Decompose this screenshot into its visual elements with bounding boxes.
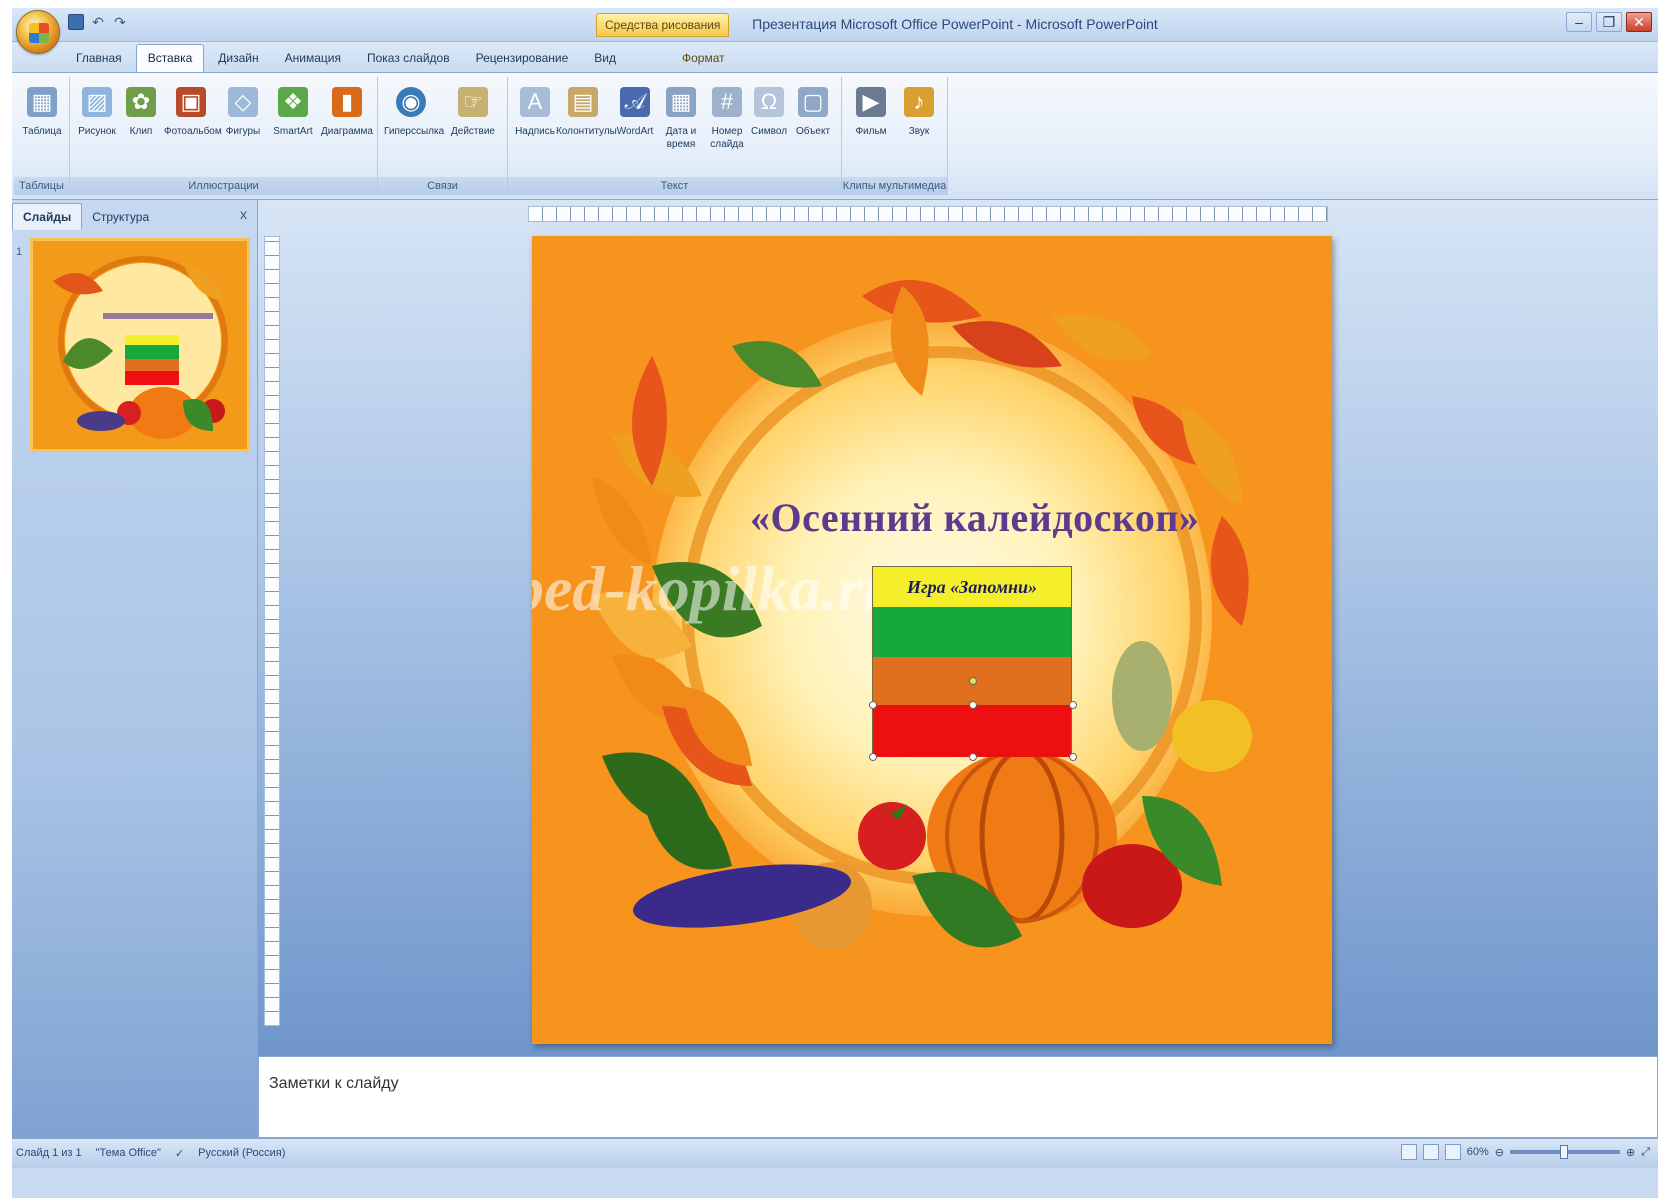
window-title: Презентация Microsoft Office PowerPoint … — [752, 16, 1158, 32]
ribbon: ▦ Таблица Таблицы ▨ Рисунок ✿ Клип ▣ Фот… — [12, 72, 1658, 200]
horizontal-ruler — [528, 206, 1328, 222]
picture-icon: ▨ — [82, 87, 112, 117]
notes-placeholder: Заметки к слайду — [269, 1075, 399, 1092]
slide-number-icon: # — [712, 87, 742, 117]
zoom-level[interactable]: 60% — [1467, 1146, 1489, 1158]
wordart-icon: 𝒜 — [620, 87, 650, 117]
group-tables: ▦ Таблица Таблицы — [14, 77, 70, 195]
watermark-text: ped-kopilka.ru — [532, 553, 898, 624]
movie-button[interactable]: ▶ Фильм — [844, 81, 898, 165]
slide-number-label: 1 — [16, 246, 23, 258]
rotate-handle[interactable] — [969, 677, 977, 685]
zoom-slider[interactable] — [1509, 1145, 1620, 1159]
slide-editor: ped-kopilka.ru «Осенний калейдоскоп» Игр… — [258, 200, 1658, 1056]
status-left: Слайд 1 из 1 "Тема Office" ✓ Русский (Ро… — [16, 1147, 285, 1160]
slide-count: Слайд 1 из 1 — [16, 1147, 82, 1159]
sound-button[interactable]: ♪ Звук — [892, 81, 946, 165]
hyperlink-button[interactable]: ◉ Гиперссылка — [384, 81, 444, 165]
minimize-button[interactable]: – — [1566, 12, 1592, 32]
spellcheck-icon[interactable]: ✓ — [175, 1147, 184, 1160]
tab-design[interactable]: Дизайн — [206, 44, 270, 72]
slide-canvas[interactable]: ped-kopilka.ru «Осенний калейдоскоп» Игр… — [532, 236, 1332, 1044]
ribbon-tabs: Главная Вставка Дизайн Анимация Показ сл… — [12, 42, 1658, 72]
calendar-icon: ▦ — [666, 87, 696, 117]
omega-icon: Ω — [754, 87, 784, 117]
resize-handle[interactable] — [969, 701, 977, 709]
zoom-in-icon[interactable]: ⊕ — [1626, 1146, 1635, 1159]
theme-name: "Тема Office" — [95, 1147, 161, 1159]
textbox-button[interactable]: A Надпись — [508, 81, 562, 165]
textbox-icon: A — [520, 87, 550, 117]
window-controls: – ❐ ✕ — [1566, 12, 1652, 32]
object-icon: ▢ — [798, 87, 828, 117]
tab-insert[interactable]: Вставка — [135, 44, 205, 72]
chart-button[interactable]: ▮ Диаграмма — [320, 81, 374, 165]
office-button[interactable] — [16, 10, 60, 54]
speaker-icon: ♪ — [904, 87, 934, 117]
green-row[interactable] — [873, 607, 1071, 657]
tab-slide-show[interactable]: Показ слайдов — [355, 44, 462, 72]
chart-icon: ▮ — [332, 87, 362, 117]
close-icon[interactable]: x — [240, 206, 247, 222]
shapes-icon: ◇ — [228, 87, 258, 117]
normal-view-button[interactable] — [1400, 1144, 1417, 1160]
pane-tabs: Слайды Структура — [12, 200, 257, 230]
group-media: ▶ Фильм ♪ Звук Клипы мультимедиа — [842, 77, 948, 195]
fit-to-window-icon[interactable]: ⤢ — [1641, 1146, 1650, 1159]
film-icon: ▶ — [856, 87, 886, 117]
header-footer-icon: ▤ — [568, 87, 598, 117]
clip-icon: ✿ — [126, 87, 156, 117]
resize-handle[interactable] — [869, 701, 877, 709]
table-icon: ▦ — [27, 87, 57, 117]
status-bar: Слайд 1 из 1 "Тема Office" ✓ Русский (Ро… — [12, 1138, 1658, 1168]
group-illustrations: ▨ Рисунок ✿ Клип ▣ Фотоальбом ◇ Фигуры ❖… — [70, 77, 378, 195]
zoom-out-icon[interactable]: ⊖ — [1495, 1146, 1504, 1159]
powerpoint-window: ↶ ↷ Средства рисования Презентация Micro… — [12, 8, 1658, 1198]
group-text: A Надпись ▤ Колонтитулы 𝒜 WordArt ▦ Дата… — [508, 77, 842, 195]
zoom-slider-thumb[interactable] — [1559, 1145, 1568, 1159]
tab-outline[interactable]: Структура — [82, 204, 159, 230]
slide-show-button[interactable] — [1444, 1144, 1461, 1160]
maximize-button[interactable]: ❐ — [1596, 12, 1622, 32]
resize-handle[interactable] — [869, 753, 877, 761]
slide-thumbnail[interactable] — [30, 238, 250, 452]
title-bar: ↶ ↷ Средства рисования Презентация Micro… — [12, 8, 1658, 42]
thumbnail-image — [33, 241, 247, 449]
shapes-button[interactable]: ◇ Фигуры — [216, 81, 270, 165]
game-table[interactable]: Игра «Запомни» — [869, 566, 1077, 761]
notes-pane[interactable]: Заметки к слайду — [258, 1056, 1658, 1138]
slides-pane: Слайды Структура x 1 — [12, 200, 258, 1140]
clip-button[interactable]: ✿ Клип — [114, 81, 168, 165]
tab-home[interactable]: Главная — [64, 44, 134, 72]
resize-handle[interactable] — [1069, 753, 1077, 761]
header-footer-button[interactable]: ▤ Колонтитулы — [556, 81, 617, 165]
smartart-icon: ❖ — [278, 87, 308, 117]
red-row[interactable] — [873, 705, 1071, 757]
tab-format[interactable]: Формат — [670, 44, 737, 72]
slide-title[interactable]: «Осенний калейдоскоп» — [750, 494, 1310, 541]
resize-handle[interactable] — [1069, 701, 1077, 709]
game-label: Игра «Запомни» — [873, 567, 1071, 607]
tab-animation[interactable]: Анимация — [273, 44, 353, 72]
photo-album-button[interactable]: ▣ Фотоальбом — [164, 81, 222, 165]
photo-album-icon: ▣ — [176, 87, 206, 117]
language[interactable]: Русский (Россия) — [198, 1147, 285, 1160]
object-button[interactable]: ▢ Объект — [786, 81, 840, 165]
action-icon: ☞ — [458, 87, 488, 117]
resize-handle[interactable] — [969, 753, 977, 761]
table-button[interactable]: ▦ Таблица — [15, 81, 69, 165]
globe-icon: ◉ — [396, 87, 426, 117]
slide-sorter-button[interactable] — [1422, 1144, 1439, 1160]
smartart-button[interactable]: ❖ SmartArt — [266, 81, 320, 165]
tab-slides[interactable]: Слайды — [12, 203, 83, 230]
action-button[interactable]: ☞ Действие — [446, 81, 500, 165]
status-right: 60% ⊖ ⊕ ⤢ — [1400, 1144, 1650, 1160]
close-button[interactable]: ✕ — [1626, 12, 1652, 32]
vertical-ruler — [264, 236, 280, 1026]
group-links: ◉ Гиперссылка ☞ Действие Связи — [378, 77, 508, 195]
tab-review[interactable]: Рецензирование — [464, 44, 581, 72]
tab-view[interactable]: Вид — [582, 44, 628, 72]
